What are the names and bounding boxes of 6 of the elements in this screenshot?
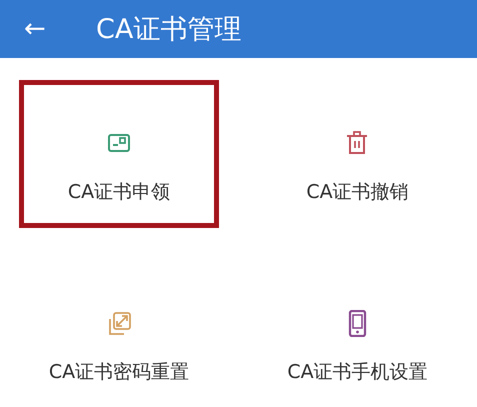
menu-tile[interactable]: CA证书申领 bbox=[19, 80, 219, 228]
page-title: CA证书管理 bbox=[96, 13, 242, 47]
back-button[interactable]: ← bbox=[24, 14, 84, 44]
menu-tile[interactable]: CA证书密码重置 bbox=[19, 260, 219, 407]
menu-tile[interactable]: CA证书手机设置 bbox=[258, 260, 458, 407]
menu-tile[interactable]: CA证书撤销 bbox=[258, 80, 458, 228]
